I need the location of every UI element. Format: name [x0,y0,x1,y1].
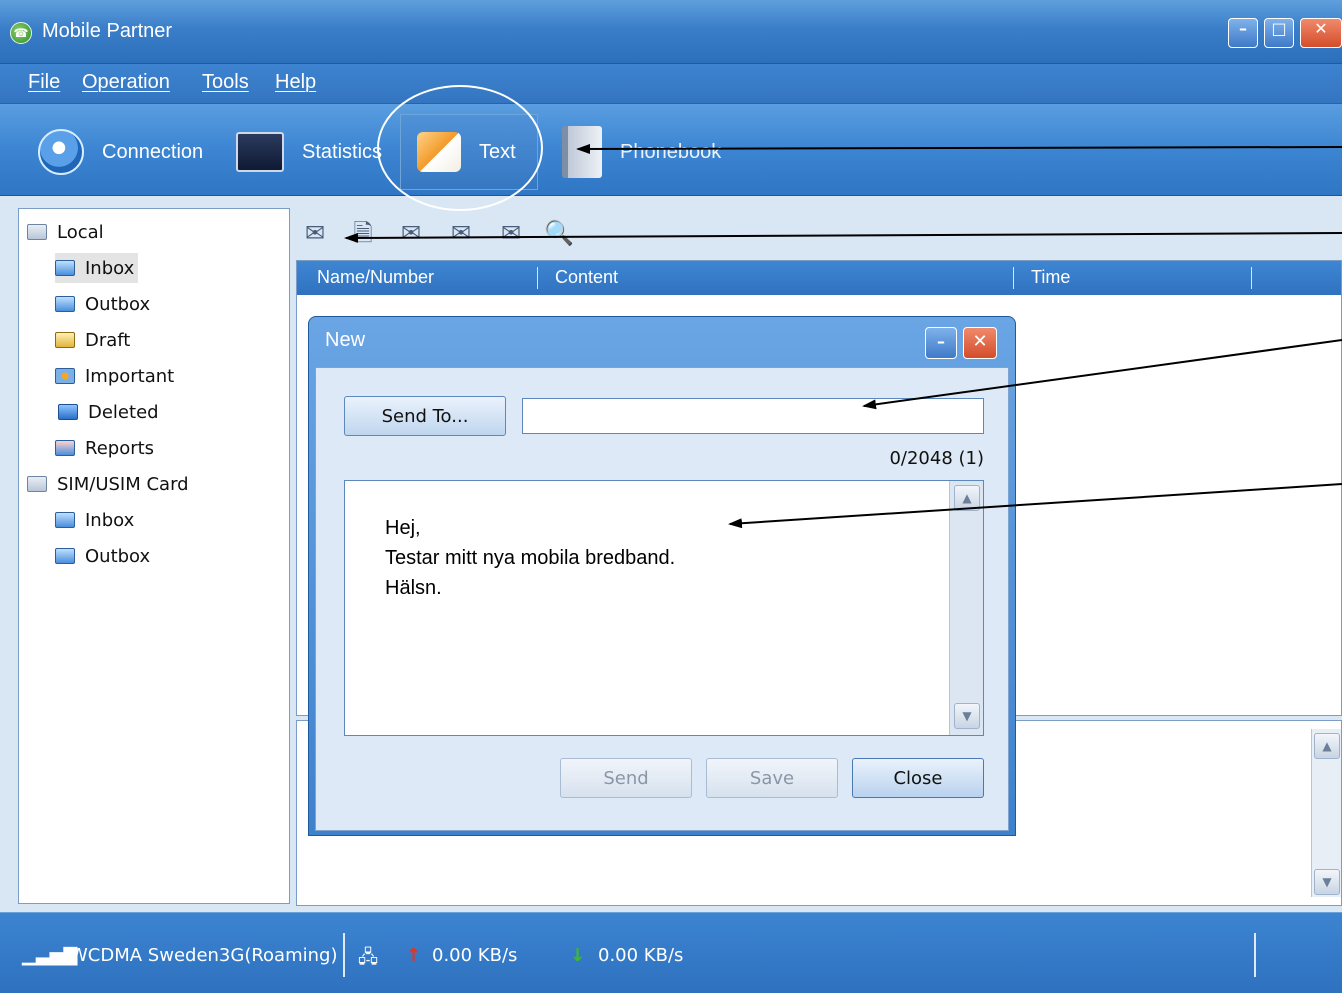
new-message-dialog: New – ✕ Send To... 0/2048 (1) Hej, Testa… [308,316,1016,836]
menu-operation[interactable]: Operation [82,71,170,94]
draft-icon [55,332,75,348]
inbox-icon [55,512,75,528]
column-divider[interactable] [1013,267,1014,289]
tree-local-inbox[interactable]: Inbox [55,253,139,283]
tree-item-label: Reports [85,437,155,459]
tree-item-label: Inbox [85,257,135,279]
envelope-icon [417,132,461,172]
scroll-down-button[interactable]: ▼ [1314,869,1340,895]
delete-icon[interactable]: 🗎 [348,220,378,246]
new-message-icon[interactable]: ✉ [300,220,330,246]
menu-help[interactable]: Help [275,71,316,94]
network-activity-icon: 🖧 [358,947,379,968]
forward-icon[interactable]: ✉ [446,220,476,246]
resend-icon[interactable]: ✉ [496,220,526,246]
minimize-button[interactable]: – [1228,18,1258,48]
save-button[interactable]: Save [706,758,838,798]
phonebook-icon [562,126,602,178]
tree-local-draft[interactable]: Draft [55,325,130,355]
tree-item-label: Inbox [85,509,135,531]
tree-local[interactable]: Local [27,217,104,247]
column-divider[interactable] [1251,267,1252,289]
tree-local-label: Local [57,221,104,243]
list-header: Name/Number Content Time [297,261,1341,295]
tree-item-label: Deleted [88,401,159,423]
preview-scrollbar[interactable]: ▲ ▼ [1311,729,1341,897]
download-speed: 0.00 KB/s [598,945,684,966]
column-divider[interactable] [537,267,538,289]
column-content[interactable]: Content [555,267,618,288]
column-time[interactable]: Time [1031,267,1070,288]
menu-bar: File Operation Tools Help [0,64,1342,104]
tree-sim-inbox[interactable]: Inbox [55,505,134,535]
outbox-icon [55,296,75,312]
status-divider [343,933,345,977]
folder-icon [27,224,47,240]
message-body[interactable]: Hej, Testar mitt nya mobila bredband. Hä… [385,513,675,603]
nav-text-label: Text [479,140,516,163]
app-icon: ☎ [10,22,32,44]
tree-sim-outbox[interactable]: Outbox [55,541,150,571]
nav-statistics[interactable]: Statistics [236,122,382,182]
reports-icon [55,440,75,456]
column-name-number[interactable]: Name/Number [317,267,434,288]
folder-tree: Local Inbox Outbox Draft Important Delet… [18,208,290,904]
status-divider [1254,933,1256,977]
status-bar: ▁▃▅▇ WCDMA Sweden3G(Roaming) 🖧 ↑ 0.00 KB… [0,912,1342,993]
send-button[interactable]: Send [560,758,692,798]
folder-icon [27,476,47,492]
recipient-input[interactable] [522,398,984,434]
nav-statistics-label: Statistics [302,140,383,163]
tree-local-outbox[interactable]: Outbox [55,289,150,319]
title-bar: ☎ Mobile Partner – □ ✕ [0,0,1342,64]
character-counter: 0/2048 (1) [889,448,984,469]
scroll-up-button[interactable]: ▲ [954,485,980,511]
message-toolbar: ✉ 🗎 ✉ ✉ ✉ 🔍 [300,218,600,252]
network-status: WCDMA Sweden3G(Roaming) [70,945,338,966]
menu-file[interactable]: File [28,71,60,94]
close-button[interactable]: Close [852,758,984,798]
nav-phonebook[interactable]: Phonebook [562,122,721,182]
dialog-title: New [325,329,366,351]
reply-icon[interactable]: ✉ [396,220,426,246]
nav-connection[interactable]: Connection [38,122,203,182]
close-window-button[interactable]: ✕ [1300,18,1342,48]
tree-local-important[interactable]: Important [55,361,174,391]
outbox-icon [55,548,75,564]
dialog-minimize-button[interactable]: – [925,327,957,359]
search-icon[interactable]: 🔍 [544,220,574,246]
send-to-button[interactable]: Send To... [344,396,506,436]
tree-item-label: Draft [85,329,131,351]
nav-bar: Connection Statistics Text Phonebook [0,104,1342,196]
upload-speed: 0.00 KB/s [432,945,518,966]
inbox-icon [55,260,75,276]
connection-icon [38,129,84,175]
nav-connection-label: Connection [102,140,204,163]
tree-item-label: Important [85,365,175,387]
window-title: Mobile Partner [42,20,173,42]
nav-phonebook-label: Phonebook [620,140,722,163]
tree-local-reports[interactable]: Reports [55,433,154,463]
scroll-up-button[interactable]: ▲ [1314,733,1340,759]
tree-sim[interactable]: SIM/USIM Card [27,469,189,499]
menu-tools[interactable]: Tools [202,71,249,94]
tree-item-label: Outbox [85,293,151,315]
maximize-button[interactable]: □ [1264,18,1294,48]
statistics-icon [236,132,284,172]
trash-icon [58,404,78,420]
message-textarea[interactable]: Hej, Testar mitt nya mobila bredband. Hä… [344,480,984,736]
upload-arrow-icon: ↑ [406,945,422,966]
dialog-close-button[interactable]: ✕ [963,327,997,359]
tree-local-deleted[interactable]: Deleted [55,397,159,427]
mobile-partner-window: ☎ Mobile Partner – □ ✕ File Operation To… [0,0,1342,993]
nav-text[interactable]: Text [400,114,538,190]
message-scrollbar[interactable]: ▲ ▼ [949,481,983,735]
download-arrow-icon: ↓ [570,945,586,966]
tree-item-label: Outbox [85,545,151,567]
important-icon [55,368,75,384]
dialog-body: Send To... 0/2048 (1) Hej, Testar mitt n… [315,367,1009,831]
scroll-down-button[interactable]: ▼ [954,703,980,729]
tree-sim-label: SIM/USIM Card [57,473,189,495]
